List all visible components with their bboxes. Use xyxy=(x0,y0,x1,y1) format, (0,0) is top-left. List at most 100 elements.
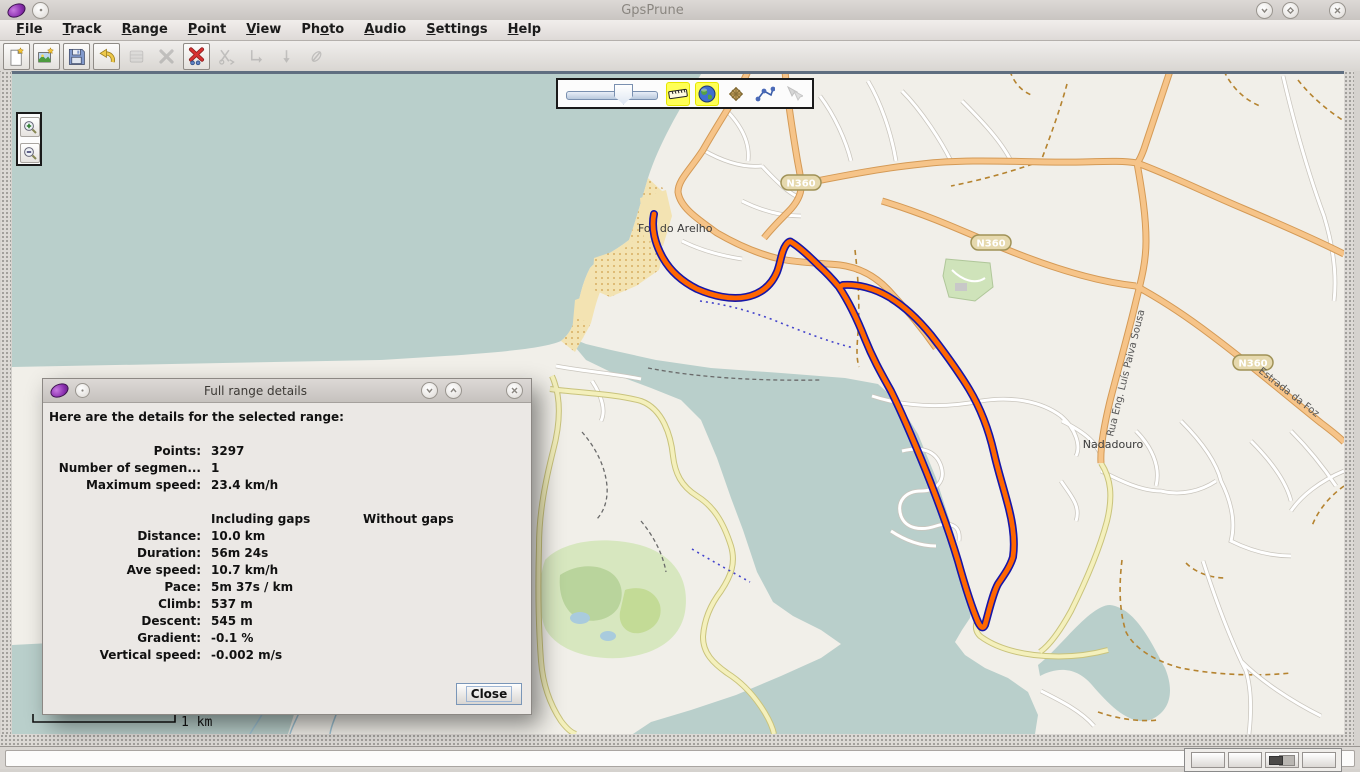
stat-row-max-speed: Maximum speed: 23.4 km/h xyxy=(85,478,279,492)
dialog-body: Here are the details for the selected ra… xyxy=(43,402,531,714)
stat-row-descent: Descent: 545 m xyxy=(141,614,253,628)
dialog-heading: Here are the details for the selected ra… xyxy=(49,410,344,424)
cut-move-range-button xyxy=(213,43,240,70)
connect-photo-icon xyxy=(311,50,322,62)
titlebar: GpsPrune xyxy=(0,0,1360,21)
reverse-range-icon xyxy=(283,49,290,63)
left-splitter[interactable] xyxy=(1,71,11,746)
autopan-toggle[interactable] xyxy=(725,83,747,105)
zoom-out-icon xyxy=(24,147,37,160)
layout-option-2[interactable] xyxy=(1227,752,1262,768)
stat-row-ave-speed: Ave speed: 10.7 km/h xyxy=(126,563,279,577)
save-file-icon xyxy=(68,48,85,65)
delete-point-button xyxy=(153,43,180,70)
connect-points-icon xyxy=(755,86,775,101)
connect-points-toggle[interactable] xyxy=(754,83,776,105)
dialog-close-button[interactable] xyxy=(506,382,523,399)
menu-file[interactable]: File xyxy=(6,21,53,39)
open-file-icon xyxy=(10,46,24,66)
add-photo-icon xyxy=(38,46,54,62)
maximize-button[interactable] xyxy=(1282,1,1299,19)
road-badge-n360-2: N360 xyxy=(970,234,1012,251)
stat-row-gradient: Gradient: -0.1 % xyxy=(137,631,254,645)
stat-row-vertical-speed: Vertical speed: -0.002 m/s xyxy=(99,648,283,662)
road-badge-n360-1: N360 xyxy=(780,174,822,191)
menu-settings[interactable]: Settings xyxy=(416,21,497,39)
stat-row-distance: Distance: 10.0 km xyxy=(137,529,266,543)
select-cursors-icon xyxy=(787,85,803,101)
undo-button[interactable] xyxy=(93,42,120,70)
svg-text:N360: N360 xyxy=(976,239,1005,250)
map-background-toggle[interactable] xyxy=(696,82,718,105)
reverse-range-button xyxy=(273,43,300,70)
right-margin xyxy=(1354,71,1360,746)
col-without-gaps: Without gaps xyxy=(363,512,454,526)
window-title: GpsPrune xyxy=(621,2,684,18)
delete-point-icon xyxy=(159,48,174,64)
menu-range[interactable]: Range xyxy=(112,21,178,39)
add-photo-button[interactable] xyxy=(33,42,60,70)
edit-point-button xyxy=(123,43,150,70)
zoom-slider-rail[interactable] xyxy=(566,90,658,100)
menu-point[interactable]: Point xyxy=(178,21,236,39)
globe-icon xyxy=(698,85,716,102)
append-range-button xyxy=(243,43,270,70)
append-range-icon xyxy=(250,49,263,63)
edit-point-icon xyxy=(129,50,144,62)
bottom-splitter[interactable] xyxy=(0,734,1360,746)
multi-select-tool[interactable] xyxy=(783,83,805,105)
svg-text:1 km: 1 km xyxy=(181,715,212,730)
close-dialog-button[interactable]: Close xyxy=(456,683,522,705)
connect-photo-button xyxy=(303,43,330,70)
stat-row-segments: Number of segmen... 1 xyxy=(58,461,220,475)
dialog-title: Full range details xyxy=(203,383,308,398)
col-including-gaps: Including gaps xyxy=(211,512,311,526)
map-zoom-controls xyxy=(16,112,42,166)
status-message-field xyxy=(5,750,1355,767)
stat-row-climb: Climb: 537 m xyxy=(158,597,253,611)
layout-switcher-panel xyxy=(1184,748,1342,772)
svg-text:N360: N360 xyxy=(786,179,815,190)
gpsprune-app-icon xyxy=(5,0,28,20)
zoom-in-button[interactable] xyxy=(20,117,40,137)
layout-option-3[interactable] xyxy=(1264,752,1299,768)
minimize-button[interactable] xyxy=(1256,1,1273,19)
label-nadadouro: Nadadouro xyxy=(1083,438,1144,451)
cut-move-range-icon xyxy=(219,49,235,65)
stat-row-duration: Duration: 56m 24s xyxy=(137,546,269,560)
map-overlay-toolbar xyxy=(556,78,814,109)
main-toolbar xyxy=(0,41,1360,72)
stat-row-pace: Pace: 5m 37s / km xyxy=(164,580,294,594)
menu-track[interactable]: Track xyxy=(53,21,112,39)
layout-option-4[interactable] xyxy=(1301,752,1336,768)
zoom-out-button[interactable] xyxy=(20,143,40,163)
layout-option-1[interactable] xyxy=(1190,752,1225,768)
delete-range-button[interactable] xyxy=(183,42,210,70)
menubar: File Track Range Point View Photo Audio … xyxy=(0,20,1360,41)
zoom-slider[interactable] xyxy=(564,83,660,105)
zoom-in-icon xyxy=(24,121,37,134)
stat-row-points: Points: 3297 xyxy=(153,444,245,458)
scale-bar-toggle[interactable] xyxy=(667,82,689,105)
menu-help[interactable]: Help xyxy=(498,21,551,39)
open-file-button[interactable] xyxy=(3,42,30,70)
close-button[interactable] xyxy=(1329,1,1346,19)
delete-range-icon xyxy=(188,46,205,65)
menu-photo[interactable]: Photo xyxy=(291,21,354,39)
dialog-rollup-button[interactable] xyxy=(445,382,462,399)
menu-view[interactable]: View xyxy=(236,21,291,39)
window-menu-button[interactable] xyxy=(32,1,49,19)
statusbar xyxy=(0,746,1360,772)
right-splitter[interactable] xyxy=(1344,71,1354,746)
gpsprune-dialog-icon xyxy=(48,380,71,401)
compass-diamond-icon xyxy=(728,86,744,101)
save-file-button[interactable] xyxy=(63,42,90,70)
dialog-titlebar[interactable]: Full range details xyxy=(43,379,531,403)
undo-icon xyxy=(99,48,116,62)
zoom-slider-thumb[interactable] xyxy=(614,83,633,105)
menu-audio[interactable]: Audio xyxy=(354,21,416,39)
dialog-rolldown-button[interactable] xyxy=(421,382,438,399)
column-headers: Including gaps Without gaps xyxy=(43,512,531,527)
dialog-menu-button[interactable] xyxy=(75,383,90,398)
full-range-details-dialog: Full range details Here are the details … xyxy=(42,378,532,715)
